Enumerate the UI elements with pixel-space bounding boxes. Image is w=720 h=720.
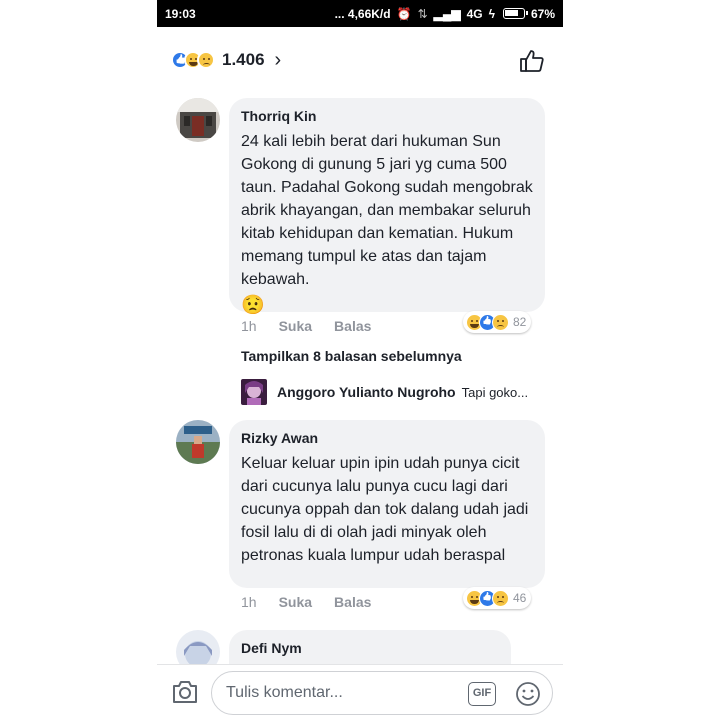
avatar[interactable] <box>176 630 220 664</box>
battery-icon <box>502 8 528 19</box>
comment-bubble[interactable]: Rizky Awan Keluar keluar upin ipin udah … <box>229 420 545 588</box>
comment-composer: GIF <box>157 664 563 720</box>
charging-icon: ϟ <box>488 6 495 21</box>
comment-time: 1h <box>241 318 257 334</box>
phone-screen: 19:03 ... 4,66K/d ⏰ ⇅ ▂▄▆ 4G ϟ 67% 1.406… <box>157 0 563 720</box>
comment-time: 1h <box>241 594 257 610</box>
comment-author[interactable]: Defi Nym <box>241 640 499 656</box>
sad-icon <box>492 589 509 607</box>
comment-input[interactable] <box>226 682 456 704</box>
chevron-right-icon[interactable]: › <box>275 50 282 70</box>
status-indicators: ... 4,66K/d ⏰ ⇅ ▂▄▆ 4G ϟ 67% <box>335 7 555 21</box>
network-type: 4G <box>466 6 483 21</box>
signal-icon: ▂▄▆ <box>433 6 461 21</box>
reply-author[interactable]: Anggoro Yulianto Nugroho <box>277 384 456 400</box>
like-link[interactable]: Suka <box>279 318 312 334</box>
comment-meta: 1h Suka Balas <box>241 594 371 610</box>
battery-percent: 67% <box>530 6 555 21</box>
gif-button[interactable]: GIF <box>468 682 496 706</box>
comment-bubble[interactable]: Defi Nym <box>229 630 511 664</box>
sad-icon <box>197 51 215 69</box>
reaction-count: 1.406 <box>222 50 265 69</box>
comment-text: Keluar keluar upin ipin udah punya cicit… <box>241 455 529 564</box>
comment-input-container: GIF <box>211 671 553 715</box>
camera-icon[interactable] <box>171 679 199 705</box>
avatar[interactable] <box>176 98 220 142</box>
avatar[interactable] <box>241 379 267 405</box>
comment-reaction-count: 46 <box>513 591 527 605</box>
like-link[interactable]: Suka <box>279 594 312 610</box>
comment-reactions-badge[interactable]: 82 <box>463 311 532 333</box>
alarm-icon: ⏰ <box>396 6 412 21</box>
reaction-icons <box>171 51 215 69</box>
emoji-icon[interactable] <box>515 681 541 707</box>
reply-link[interactable]: Balas <box>334 318 371 334</box>
comment-author[interactable]: Rizky Awan <box>241 430 533 446</box>
comment-author[interactable]: Thorriq Kin <box>241 108 533 124</box>
comment-text: 24 kali lebih berat dari hukuman Sun Gok… <box>241 133 533 288</box>
data-transfer-icon: ⇅ <box>417 6 428 21</box>
reply-text: Tapi goko... <box>461 384 529 400</box>
reply-link[interactable]: Balas <box>334 594 371 610</box>
comment-meta: 1h Suka Balas <box>241 318 371 334</box>
status-bar: 19:03 ... 4,66K/d ⏰ ⇅ ▂▄▆ 4G ϟ 67% <box>157 0 563 27</box>
comment-bubble[interactable]: Thorriq Kin 24 kali lebih berat dari huk… <box>229 98 545 316</box>
reactions-header[interactable]: 1.406 › <box>157 40 563 80</box>
avatar[interactable] <box>176 420 220 464</box>
comment-reaction-count: 82 <box>513 315 527 329</box>
sad-icon <box>492 313 509 331</box>
show-previous-replies-link[interactable]: Tampilkan 8 balasan sebelumnya <box>241 348 462 364</box>
status-time: 19:03 <box>165 6 196 21</box>
reply-preview[interactable]: Anggoro Yulianto Nugroho Tapi goko... <box>241 379 528 405</box>
comment-reactions-badge[interactable]: 46 <box>463 587 532 609</box>
like-button[interactable] <box>519 48 545 74</box>
comments-list[interactable]: Thorriq Kin 24 kali lebih berat dari huk… <box>157 92 563 664</box>
network-speed: ... 4,66K/d <box>334 6 391 21</box>
